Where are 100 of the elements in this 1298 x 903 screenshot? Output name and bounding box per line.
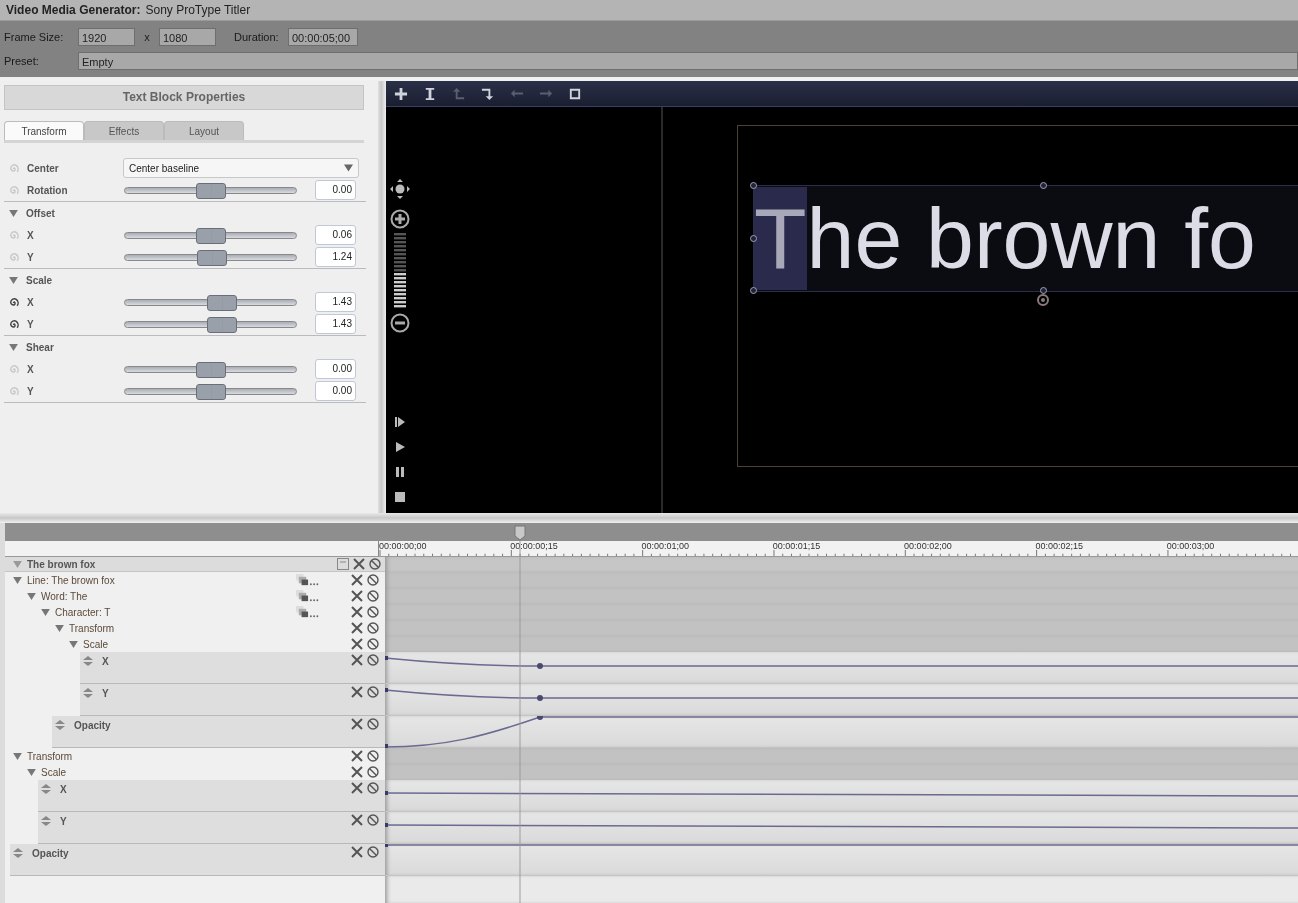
disable-icon[interactable] [367, 766, 379, 778]
expand-arrow-icon[interactable] [41, 608, 50, 616]
width-field[interactable]: 1920 [78, 28, 135, 46]
resize-handle[interactable] [1040, 287, 1047, 294]
disable-icon[interactable] [367, 846, 379, 858]
disable-icon[interactable] [367, 590, 379, 602]
plus-icon[interactable] [394, 86, 408, 101]
close-icon[interactable] [351, 846, 363, 858]
disable-icon[interactable] [369, 558, 381, 570]
value-field[interactable]: 1.24 [315, 247, 356, 267]
resize-handle[interactable] [750, 287, 757, 294]
slider-thumb[interactable] [195, 182, 226, 199]
close-icon[interactable] [351, 606, 363, 618]
value-field[interactable]: 1.43 [315, 292, 356, 312]
parameter-track[interactable]: Y [80, 684, 385, 716]
tab[interactable]: Layout [164, 121, 244, 140]
disable-icon[interactable] [367, 718, 379, 730]
collapse-icon[interactable] [337, 558, 349, 570]
pause-icon[interactable] [394, 466, 406, 478]
expand-arrow-icon[interactable] [13, 576, 22, 584]
height-field[interactable]: 1080 [159, 28, 216, 46]
slider-thumb[interactable] [195, 361, 226, 378]
expand-arrow-icon[interactable] [9, 209, 18, 217]
playhead-handle[interactable] [514, 525, 526, 541]
disable-icon[interactable] [367, 574, 379, 586]
spiral-icon[interactable] [8, 318, 19, 330]
up-down-icon[interactable] [12, 848, 24, 858]
parameter-track[interactable]: Opacity [10, 844, 385, 876]
value-field[interactable]: 0.00 [315, 359, 356, 379]
disable-icon[interactable] [367, 814, 379, 826]
text-cursor-icon[interactable] [423, 86, 437, 101]
expand-arrow-icon[interactable] [27, 592, 36, 600]
slider-thumb[interactable] [207, 316, 238, 333]
keyframe-curve[interactable] [385, 716, 1298, 748]
disable-icon[interactable] [367, 782, 379, 794]
up-down-icon[interactable] [82, 688, 94, 698]
close-icon[interactable] [351, 686, 363, 698]
selected-character[interactable]: T [754, 187, 807, 290]
expand-arrow-icon[interactable] [13, 752, 22, 760]
slider-thumb[interactable] [197, 249, 228, 266]
expand-arrow-icon[interactable] [55, 624, 64, 632]
close-icon[interactable] [351, 574, 363, 586]
slider-thumb[interactable] [207, 294, 238, 311]
close-icon[interactable] [351, 718, 363, 730]
move-icon[interactable] [390, 179, 410, 199]
step-forward-icon[interactable] [394, 416, 406, 428]
disable-icon[interactable] [367, 686, 379, 698]
disable-icon[interactable] [367, 606, 379, 618]
expand-arrow-icon[interactable] [69, 640, 78, 648]
anchor-point-icon[interactable] [1036, 293, 1050, 307]
spiral-icon[interactable] [8, 296, 19, 308]
close-icon[interactable] [351, 638, 363, 650]
field-label: Preset: [4, 55, 40, 67]
close-icon[interactable] [353, 558, 365, 570]
close-icon[interactable] [351, 654, 363, 666]
center-dropdown[interactable]: Center baseline [123, 158, 359, 178]
resize-handle[interactable] [1040, 182, 1047, 189]
close-icon[interactable] [351, 766, 363, 778]
slider-thumb[interactable] [195, 383, 226, 400]
zoom-in-icon[interactable] [390, 209, 410, 229]
close-icon[interactable] [351, 750, 363, 762]
close-icon[interactable] [351, 814, 363, 826]
tab[interactable]: Transform [4, 121, 84, 140]
arrow-icon[interactable] [481, 86, 495, 101]
close-icon[interactable] [351, 622, 363, 634]
parameter-track[interactable]: X [80, 652, 385, 684]
up-down-icon[interactable] [54, 720, 66, 730]
text-block[interactable]: The brown fo [753, 185, 1298, 292]
close-icon[interactable] [351, 782, 363, 794]
slider-thumb[interactable] [195, 227, 226, 244]
zoom-slider[interactable] [394, 233, 406, 309]
duration-field[interactable]: 00:00:05;00 [288, 28, 358, 46]
preset-field[interactable]: Empty [78, 52, 1298, 70]
value-field[interactable]: 0.00 [315, 180, 356, 200]
value-field[interactable]: 0.00 [315, 381, 356, 401]
disable-icon[interactable] [367, 622, 379, 634]
stop-icon[interactable] [394, 491, 406, 503]
parameter-track[interactable]: Opacity [52, 716, 385, 748]
zoom-out-icon[interactable] [390, 313, 410, 333]
disable-icon[interactable] [367, 654, 379, 666]
parameter-track[interactable]: X [38, 780, 385, 812]
track-label: Character: T [55, 606, 111, 618]
timecode-label: 00:00:00;00 [378, 541, 428, 551]
close-icon[interactable] [351, 590, 363, 602]
expand-arrow-icon[interactable] [27, 768, 36, 776]
resize-handle[interactable] [750, 182, 757, 189]
tab[interactable]: Effects [84, 121, 164, 140]
track-label: Scale [41, 766, 66, 778]
up-down-icon[interactable] [40, 816, 52, 826]
resize-handle[interactable] [750, 235, 757, 242]
disable-icon[interactable] [367, 750, 379, 762]
up-down-icon[interactable] [82, 656, 94, 666]
up-down-icon[interactable] [40, 784, 52, 794]
disable-icon[interactable] [367, 638, 379, 650]
expand-arrow-icon[interactable] [9, 276, 18, 284]
play-icon[interactable] [394, 441, 406, 453]
value-field[interactable]: 0.06 [315, 225, 356, 245]
expand-arrow-icon[interactable] [9, 343, 18, 351]
parameter-track[interactable]: Y [38, 812, 385, 844]
value-field[interactable]: 1.43 [315, 314, 356, 334]
